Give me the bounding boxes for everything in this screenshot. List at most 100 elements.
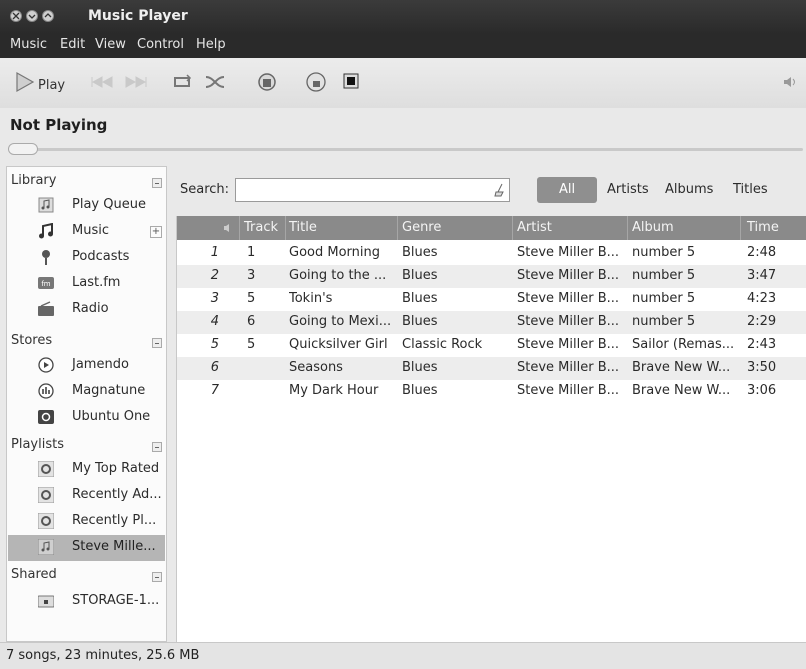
cell-track: 5	[247, 337, 256, 352]
visualization-icon[interactable]	[305, 71, 327, 97]
cell-title: Going to the ...	[289, 268, 387, 283]
menu-edit[interactable]: Edit	[60, 37, 85, 52]
filter-albums-button[interactable]: Albums	[665, 182, 713, 197]
next-icon[interactable]	[124, 76, 148, 92]
search-input[interactable]	[235, 178, 510, 202]
lastfm-icon: fm	[38, 277, 54, 289]
browse-icon[interactable]	[256, 71, 278, 97]
cell-album: number 5	[632, 291, 696, 306]
magnatune-icon	[38, 383, 54, 399]
menu-help[interactable]: Help	[196, 37, 226, 52]
sidebar-header-shared: Shared	[11, 567, 57, 582]
maximize-icon[interactable]	[42, 10, 54, 22]
row-number: 6	[210, 360, 219, 375]
status-bar: 7 songs, 23 minutes, 25.6 MB	[0, 642, 806, 669]
stop-icon[interactable]	[343, 73, 359, 93]
sidebar-item-ubuntu-one[interactable]: Ubuntu One	[8, 405, 165, 431]
table-row[interactable]: 5 5 Quicksilver Girl Classic Rock Steve …	[177, 334, 806, 357]
ubuntu-one-icon	[38, 410, 54, 424]
seek-track[interactable]	[8, 148, 803, 151]
clear-search-icon[interactable]	[493, 183, 505, 197]
sidebar-item-play-queue[interactable]: Play Queue	[8, 193, 165, 219]
sidebar-item-magnatune[interactable]: Magnatune	[8, 379, 165, 405]
sidebar-item-my-top-rated[interactable]: My Top Rated	[8, 457, 165, 483]
filter-titles-button[interactable]: Titles	[733, 182, 768, 197]
column-header-artist[interactable]: Artist	[517, 220, 552, 235]
expand-icon[interactable]: +	[150, 226, 162, 238]
row-number: 4	[210, 314, 219, 329]
sidebar-item-label: Music	[72, 223, 109, 238]
sidebar-header-stores: Stores	[11, 333, 53, 348]
column-header-track[interactable]: Track	[244, 220, 278, 235]
sidebar-item-podcasts[interactable]: Podcasts	[8, 245, 165, 271]
collapse-library-button[interactable]	[152, 178, 162, 188]
table-row[interactable]: 2 3 Going to the ... Blues Steve Miller …	[177, 265, 806, 288]
collapse-playlists-button[interactable]	[152, 442, 162, 452]
cell-artist: Steve Miller B...	[517, 360, 620, 375]
volume-icon[interactable]	[783, 76, 799, 92]
table-row[interactable]: 7 My Dark Hour Blues Steve Miller B... B…	[177, 380, 806, 403]
collapse-shared-button[interactable]	[152, 572, 162, 582]
cell-title: Going to Mexi...	[289, 314, 392, 329]
cell-album: number 5	[632, 245, 696, 260]
menu-view[interactable]: View	[95, 37, 126, 52]
menu-music[interactable]: Music	[10, 37, 47, 52]
column-divider	[512, 216, 513, 240]
collapse-stores-button[interactable]	[152, 338, 162, 348]
podcast-icon	[42, 250, 50, 265]
now-playing-column-icon[interactable]	[223, 223, 235, 233]
cell-artist: Steve Miller B...	[517, 268, 620, 283]
play-button[interactable]	[14, 71, 36, 97]
shuffle-icon[interactable]	[204, 73, 228, 95]
column-header-album[interactable]: Album	[632, 220, 674, 235]
smart-playlist-icon	[38, 461, 54, 477]
music-note-icon	[39, 223, 53, 239]
svg-text:fm: fm	[41, 280, 50, 288]
cell-time: 3:06	[747, 383, 777, 398]
cell-genre: Blues	[402, 268, 438, 283]
cell-track: 6	[247, 314, 256, 329]
column-header-time[interactable]: Time	[747, 220, 779, 235]
table-row[interactable]: 6 Seasons Blues Steve Miller B... Brave …	[177, 357, 806, 380]
filter-all-button[interactable]: All	[537, 177, 597, 203]
sidebar-header-playlists: Playlists	[11, 437, 64, 452]
sidebar-item-label: Radio	[72, 301, 109, 316]
window-title: Music Player	[88, 8, 188, 24]
sidebar-item-music[interactable]: Music +	[8, 219, 165, 245]
cell-genre: Blues	[402, 291, 438, 306]
cell-genre: Classic Rock	[402, 337, 483, 352]
seek-slider-handle[interactable]	[8, 143, 38, 155]
sidebar-item-jamendo[interactable]: Jamendo	[8, 353, 165, 379]
sidebar-item-label: Play Queue	[72, 197, 146, 212]
column-header-title[interactable]: Title	[289, 220, 317, 235]
cell-genre: Blues	[402, 245, 438, 260]
menu-control[interactable]: Control	[137, 37, 184, 52]
sidebar-item-recently-played[interactable]: Recently Pl...	[8, 509, 165, 535]
close-icon[interactable]	[10, 10, 22, 22]
column-divider	[627, 216, 628, 240]
sidebar-item-recently-added[interactable]: Recently Ad...	[8, 483, 165, 509]
row-number: 7	[210, 383, 219, 398]
sidebar-item-radio[interactable]: Radio	[8, 297, 165, 323]
sidebar: Library Play Queue Music + Podcasts fm L…	[6, 166, 167, 642]
table-row[interactable]: 4 6 Going to Mexi... Blues Steve Miller …	[177, 311, 806, 334]
cell-time: 2:48	[747, 245, 777, 260]
sidebar-item-steve-miller-playlist[interactable]: Steve Mille...	[8, 535, 165, 561]
network-share-icon	[38, 595, 54, 608]
column-divider	[397, 216, 398, 240]
minimize-icon[interactable]	[26, 10, 38, 22]
repeat-icon[interactable]	[170, 73, 194, 95]
cell-artist: Steve Miller B...	[517, 291, 620, 306]
column-header-genre[interactable]: Genre	[402, 220, 441, 235]
filter-artists-button[interactable]: Artists	[607, 182, 649, 197]
sidebar-header-library: Library	[11, 173, 57, 188]
cell-album: number 5	[632, 268, 696, 283]
cell-title: Seasons	[289, 360, 343, 375]
table-row[interactable]: 1 1 Good Morning Blues Steve Miller B...…	[177, 242, 806, 265]
cell-album: number 5	[632, 314, 696, 329]
play-label: Play	[38, 78, 66, 93]
sidebar-item-storage[interactable]: STORAGE-1...	[8, 589, 165, 615]
sidebar-item-lastfm[interactable]: fm Last.fm	[8, 271, 165, 297]
previous-icon[interactable]	[90, 76, 114, 92]
table-row[interactable]: 3 5 Tokin's Blues Steve Miller B... numb…	[177, 288, 806, 311]
